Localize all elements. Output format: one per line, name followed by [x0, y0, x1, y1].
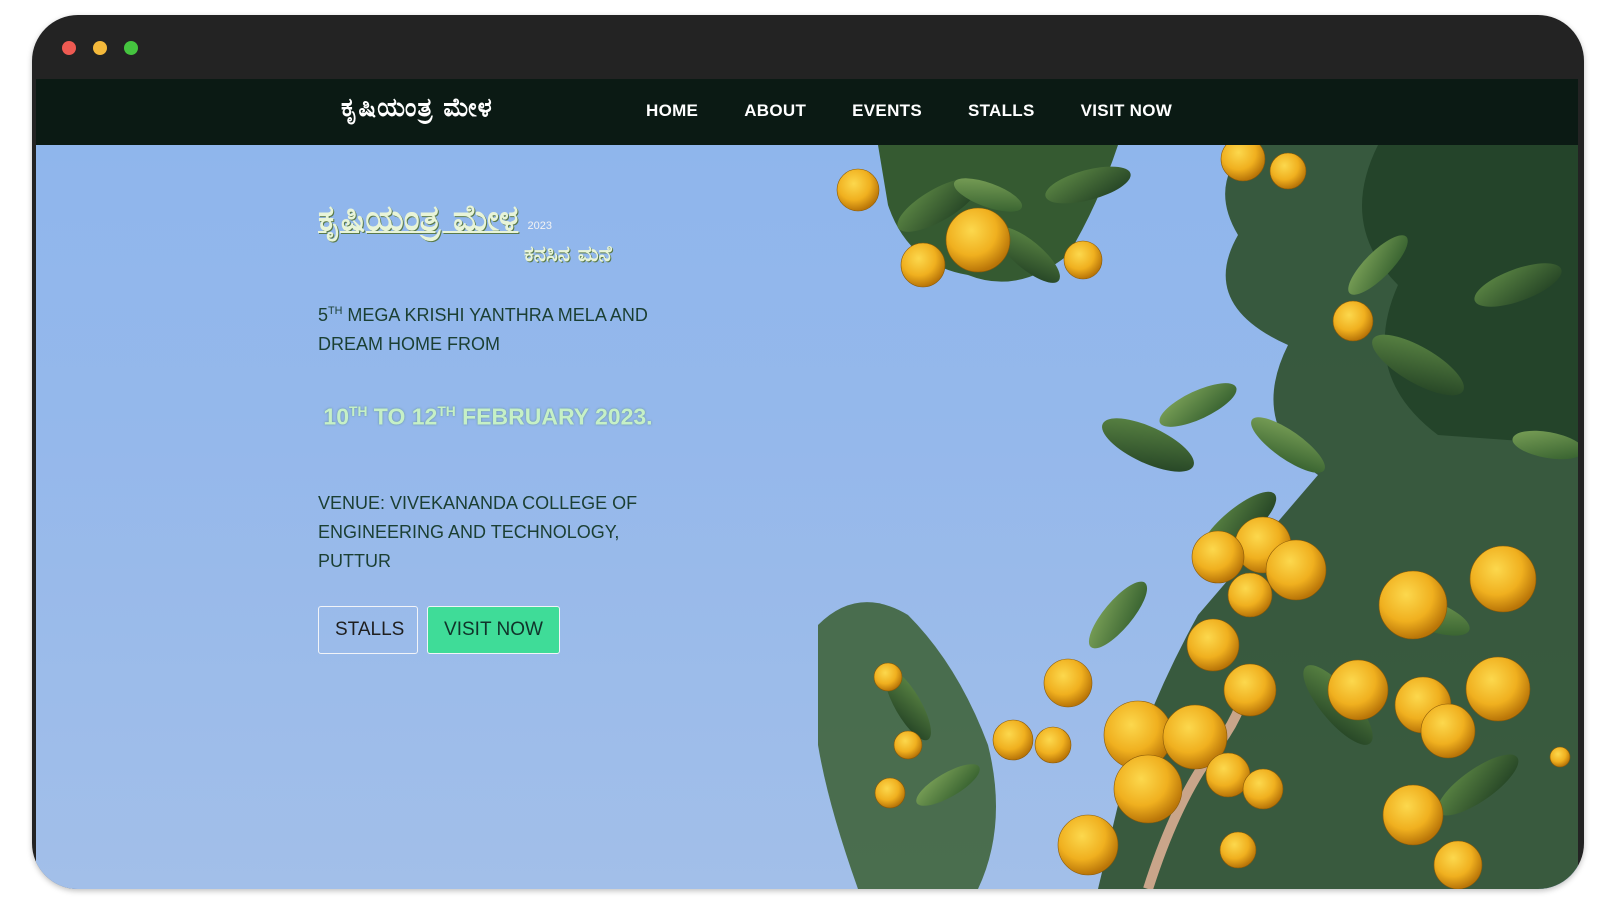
event-tagline: 5TH MEGA KRISHI YANTHRA MELA AND DREAM H… — [318, 305, 648, 354]
stalls-button[interactable]: STALLS — [318, 606, 418, 654]
nav-home[interactable]: HOME — [646, 101, 698, 121]
event-venue: VENUE: VIVEKANANDA COLLEGE OF ENGINEERIN… — [318, 493, 638, 571]
nav-about[interactable]: ABOUT — [744, 101, 806, 121]
hero-logo-subtitle: ಕನಸಿನ ಮನೆ — [524, 241, 612, 267]
nav-menu: HOME ABOUT EVENTS STALLS VISIT NOW — [646, 101, 1218, 121]
window-titlebar — [32, 15, 1584, 79]
browser-window: ಕೃಷಿಯಂತ್ರ ಮೇಳ HOME ABOUT EVENTS STALLS V… — [32, 15, 1584, 889]
event-dates: 10TH TO 12TH FEBRUARY 2023. — [323, 403, 653, 430]
hero-logo-year: 2023 — [527, 219, 552, 232]
close-window-button[interactable] — [62, 41, 76, 55]
hero-section: ಕೃಷಿಯಂತ್ರ ಮೇಳ 2023 ಕನಸಿನ ಮನೆ 5TH MEGA KR… — [36, 145, 1578, 889]
top-navbar: ಕೃಷಿಯಂತ್ರ ಮೇಳ HOME ABOUT EVENTS STALLS V… — [36, 79, 1578, 145]
page-viewport: ಕೃಷಿಯಂತ್ರ ಮೇಳ HOME ABOUT EVENTS STALLS V… — [36, 79, 1578, 889]
hero-logo: ಕೃಷಿಯಂತ್ರ ಮೇಳ 2023 ಕನಸಿನ ಮನೆ — [318, 197, 612, 267]
minimize-window-button[interactable] — [93, 41, 107, 55]
fruit-tree-image — [818, 145, 1578, 889]
nav-stalls[interactable]: STALLS — [968, 101, 1035, 121]
nav-events[interactable]: EVENTS — [852, 101, 922, 121]
nav-visit-now[interactable]: VISIT NOW — [1081, 101, 1172, 121]
maximize-window-button[interactable] — [124, 41, 138, 55]
site-logo[interactable]: ಕೃಷಿಯಂತ್ರ ಮೇಳ — [341, 93, 493, 124]
visit-now-button[interactable]: VISIT NOW — [427, 606, 560, 654]
hero-logo-main: ಕೃಷಿಯಂತ್ರ ಮೇಳ — [318, 197, 519, 239]
